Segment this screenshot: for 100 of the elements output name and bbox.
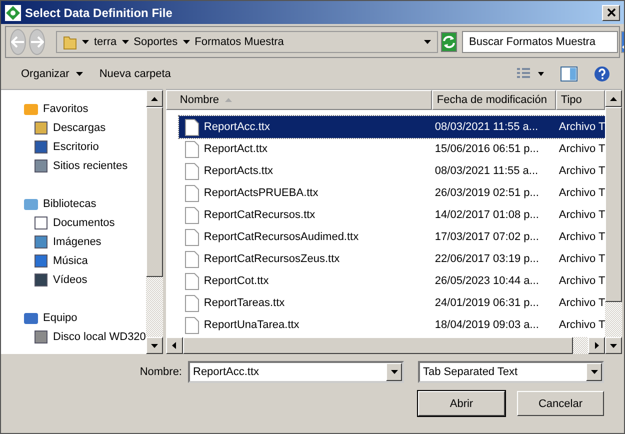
address-bar[interactable]: terra Soportes Formatos Muestra [56, 31, 438, 53]
file-name: ReportCatRecursosZeus.ttx [204, 253, 340, 265]
file-row[interactable]: ReportAct.ttx 15/06/2016 06:51 p... Archivo T [178, 138, 606, 160]
caret-icon [76, 72, 84, 76]
organize-button[interactable]: Organizar [17, 66, 88, 82]
file-icon [184, 316, 199, 334]
app-icon [5, 4, 21, 20]
file-row[interactable]: ReportTareas.ttx 24/01/2019 06:31 p... Archivo T [178, 292, 606, 314]
file-date: 18/04/2019 09:03 a... [434, 319, 540, 331]
left-arrow-icon [172, 342, 176, 349]
caret-icon[interactable] [182, 40, 190, 44]
file-icon [184, 294, 199, 312]
search-field[interactable]: Buscar Formatos Muestra [462, 31, 618, 53]
dropdown-button[interactable] [586, 363, 602, 381]
down-arrow-icon [390, 370, 398, 374]
file-row[interactable]: ReportCatRecursos.ttx 14/02/2017 01:08 p... Archivo T [178, 204, 606, 226]
breadcrumb-item[interactable]: terra [94, 36, 117, 48]
open-button[interactable]: Abrir [418, 391, 505, 416]
file-date: 26/03/2019 02:51 p... [434, 187, 540, 199]
file-name: ReportCatRecursosAudimed.ttx [204, 231, 359, 243]
sidebar-item[interactable]: Descargas [1, 118, 146, 137]
help-icon [594, 66, 610, 82]
file-name-label: Nombre: [140, 366, 182, 378]
scrollbar[interactable] [605, 90, 622, 354]
sidebar-item[interactable]: Sitios recientes [1, 156, 146, 175]
sidebar-item[interactable]: Bibliotecas [1, 194, 146, 213]
column-header[interactable]: Tipo [556, 90, 606, 110]
file-row[interactable]: ReportCatRecursosZeus.ttx 22/06/2017 03:19 p... Archivo T [178, 248, 606, 270]
file-type: Archivo T [558, 121, 606, 133]
file-name: ReportAcc.ttx [204, 121, 270, 133]
location-icon [33, 138, 49, 154]
column-header[interactable]: Fecha de modificación [432, 90, 556, 110]
file-type-dropdown[interactable]: Tab Separated Text [418, 361, 604, 383]
location-icon [33, 328, 49, 344]
up-arrow-icon [610, 96, 618, 100]
file-row[interactable]: ReportActsPRUEBA.ttx 26/03/2019 02:51 p... Archivo T [178, 182, 606, 204]
file-row[interactable]: ReportCatRecursosAudimed.ttx 17/03/2017 07:02 p... Archivo T [178, 226, 606, 248]
caret-icon[interactable] [424, 40, 431, 44]
new-folder-button[interactable]: Nueva carpeta [95, 66, 175, 82]
scrollbar[interactable] [166, 337, 606, 354]
file-date: 15/06/2016 06:51 p... [434, 143, 540, 155]
file-icon [184, 118, 199, 136]
column-header[interactable]: Nombre [166, 90, 432, 110]
file-type: Archivo T [558, 231, 606, 243]
file-name: ReportCot.ttx [204, 275, 269, 287]
file-date: 17/03/2017 07:02 p... [434, 231, 540, 243]
caret-icon[interactable] [82, 40, 89, 44]
sidebar-item[interactable]: Favoritos [1, 99, 146, 118]
file-type: Archivo T [558, 297, 606, 309]
location-icon [33, 158, 49, 174]
right-arrow-icon [594, 342, 599, 349]
window-title: Select Data Definition File [25, 6, 172, 20]
file-name: ReportActsPRUEBA.ttx [204, 187, 318, 199]
file-name: ReportAct.ttx [204, 143, 268, 155]
scrollbar[interactable] [146, 90, 163, 354]
file-date: 08/03/2021 11:55 a... [434, 165, 540, 177]
sidebar-item[interactable]: Imágenes [1, 232, 146, 251]
file-row[interactable]: ReportAcc.ttx 08/03/2021 11:55 a... Archivo T [178, 116, 606, 138]
sidebar-item[interactable]: Música [1, 251, 146, 270]
file-name-field[interactable]: ReportAcc.ttx [188, 361, 404, 383]
file-date: 08/03/2021 11:55 a... [434, 121, 540, 133]
close-button[interactable] [602, 4, 620, 20]
dropdown-button[interactable] [386, 363, 402, 381]
breadcrumb-item[interactable]: Formatos Muestra [194, 36, 284, 48]
location-icon [33, 234, 49, 250]
file-name: ReportCatRecursos.ttx [204, 209, 316, 221]
cancel-button[interactable]: Cancelar [517, 391, 604, 416]
file-type: Archivo T [558, 165, 606, 177]
sidebar-item[interactable]: Equipo [1, 308, 146, 327]
file-date: 14/02/2017 01:08 p... [434, 209, 540, 221]
location-icon [33, 252, 49, 268]
down-arrow-icon [610, 344, 618, 348]
file-type: Archivo T [558, 143, 606, 155]
file-icon [184, 162, 199, 180]
breadcrumb-item[interactable]: Soportes [134, 36, 178, 48]
file-date: 26/05/2023 10:44 a... [434, 275, 540, 287]
sidebar-item[interactable]: Vídeos [1, 270, 146, 289]
sidebar-item[interactable]: Escritorio [1, 137, 146, 156]
left-arrow-icon [11, 36, 25, 48]
folder-icon [63, 34, 77, 50]
caret-icon[interactable] [122, 40, 129, 44]
file-type: Archivo T [558, 253, 606, 265]
file-row[interactable]: ReportCot.ttx 26/05/2023 10:44 a... Archivo T [178, 270, 606, 292]
file-date: 22/06/2017 03:19 p... [434, 253, 540, 265]
file-row[interactable]: ReportActs.ttx 08/03/2021 11:55 a... Archivo T [178, 160, 606, 182]
file-icon [184, 140, 199, 158]
file-icon [184, 184, 199, 202]
pane-icon [560, 66, 578, 82]
file-name: ReportTareas.ttx [204, 297, 285, 309]
refresh-button[interactable] [441, 32, 457, 52]
file-date: 24/01/2019 06:31 p... [434, 297, 540, 309]
file-type: Archivo T [558, 187, 606, 199]
file-icon [184, 250, 199, 268]
sort-arrow-icon [225, 98, 232, 102]
sidebar-item[interactable]: Documentos [1, 213, 146, 232]
file-row[interactable]: ReportUnaTarea.ttx 18/04/2019 09:03 a... Archivo T [178, 314, 606, 336]
sidebar-item[interactable]: Disco local WD320 [1, 327, 146, 346]
file-name: ReportUnaTarea.ttx [204, 319, 300, 331]
file-icon [184, 228, 199, 246]
file-type: Archivo T [558, 209, 606, 221]
